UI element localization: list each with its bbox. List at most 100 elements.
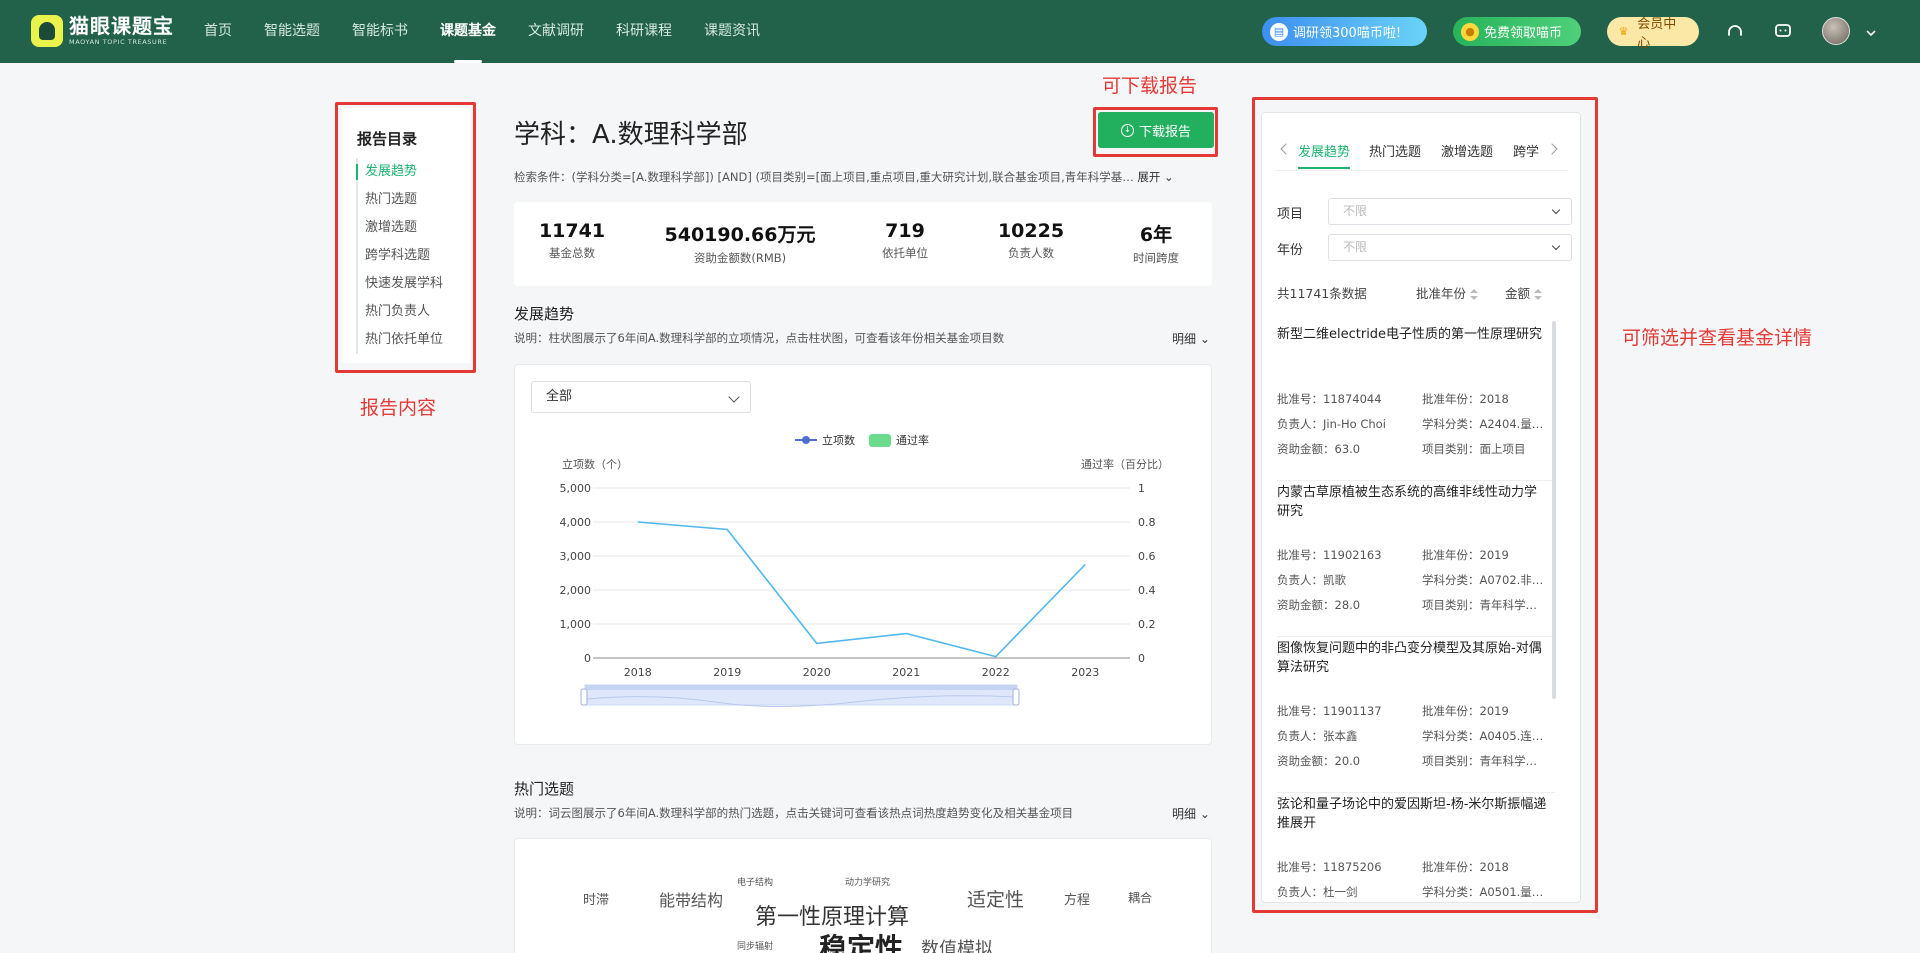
stats-card: 11741 基金总数 540190.66万元 资助金额数(RMB) 719 依托单位 … bbox=[514, 202, 1212, 286]
grant-title[interactable]: 图像恢复问题中的非凸变分模型及其原始-对偶算法研究 bbox=[1277, 637, 1549, 677]
word-cloud-term[interactable]: 数值模拟 bbox=[921, 935, 993, 953]
message-icon[interactable] bbox=[1772, 20, 1794, 42]
list-item[interactable]: 弦论和量子场论中的爱因斯坦-杨-米尔斯振幅递推展开 批准号：11875206 批… bbox=[1277, 793, 1555, 902]
year-filter: 年份 不限 bbox=[1277, 234, 1572, 261]
nav-item-news[interactable]: 课题资讯 bbox=[704, 0, 760, 63]
nav-item-smart-proposal[interactable]: 智能标书 bbox=[352, 0, 408, 63]
grant-list-scrollbar[interactable] bbox=[1552, 321, 1556, 699]
chevron-right-icon[interactable] bbox=[1546, 143, 1558, 155]
word-cloud-card: 时滞 能带结构 电子结构 动力学研究 第一性原理计算 适定性 方程 耦合 同步辐… bbox=[514, 838, 1212, 953]
annotation-download: 可下载报告 bbox=[1102, 75, 1198, 97]
download-report-button[interactable]: ↓ 下载报告 bbox=[1098, 112, 1214, 148]
nav-item-smart-topic[interactable]: 智能选题 bbox=[264, 0, 320, 63]
legend-label: 通过率 bbox=[896, 433, 929, 447]
word-cloud-term[interactable]: 方程 bbox=[1064, 889, 1090, 908]
word-cloud-term[interactable]: 稳定性 bbox=[819, 927, 903, 953]
sort-by-amount-button[interactable]: 金额 bbox=[1505, 283, 1543, 302]
panel-tab-surging[interactable]: 激增选题 bbox=[1441, 141, 1493, 160]
word-cloud-term[interactable]: 适定性 bbox=[967, 885, 1024, 912]
y2-tick-label: 0 bbox=[1138, 652, 1145, 665]
y2-tick-label: 0.2 bbox=[1138, 618, 1156, 631]
y-tick-label: 4,000 bbox=[560, 516, 592, 529]
toc-title: 报告目录 bbox=[357, 130, 418, 148]
grant-filter-panel: 发展趋势 热门选题 激增选题 跨学 项目 不限 年份 不限 共11741条数据 … bbox=[1261, 112, 1581, 903]
search-criteria: 检索条件：(学科分类=[A.数理科学部]) [AND] (项目类别=[面上项目,… bbox=[514, 169, 1210, 185]
stat-time-span: 6年 时间跨度 bbox=[1133, 224, 1179, 265]
logo[interactable]: 猫眼课题宝 MAOYAN TOPIC TREASURE bbox=[31, 15, 174, 47]
toc-item-top-institutions[interactable]: 热门依托单位 bbox=[358, 326, 443, 354]
headset-icon[interactable] bbox=[1724, 20, 1746, 42]
toc-item-hot-topics[interactable]: 热门选题 bbox=[358, 186, 443, 214]
legend-label: 立项数 bbox=[822, 433, 855, 447]
nav-item-literature[interactable]: 文献调研 bbox=[528, 0, 584, 63]
stat-total-grants: 11741 基金总数 bbox=[538, 220, 606, 260]
panel-tabs: 发展趋势 热门选题 激增选题 跨学 bbox=[1262, 141, 1580, 169]
grant-title[interactable]: 弦论和量子场论中的爱因斯坦-杨-米尔斯振幅递推展开 bbox=[1277, 793, 1549, 833]
word-cloud-term[interactable]: 同步辐射 bbox=[737, 939, 773, 952]
y2-tick-label: 0.4 bbox=[1138, 584, 1156, 597]
sort-by-year-button[interactable]: 批准年份 bbox=[1416, 283, 1479, 302]
stat-pis: 10225 负责人数 bbox=[997, 220, 1065, 260]
chevron-down-icon bbox=[1551, 241, 1561, 251]
y-tick-label: 1,000 bbox=[560, 618, 592, 631]
y-axis-title: 立项数（个） bbox=[562, 457, 628, 471]
x-tick-label: 2018 bbox=[624, 666, 652, 679]
y-tick-label: 3,000 bbox=[560, 550, 592, 563]
top-nav: 猫眼课题宝 MAOYAN TOPIC TREASURE 首页 智能选题 智能标书… bbox=[0, 0, 1920, 63]
year-filter-select[interactable]: 不限 bbox=[1328, 234, 1572, 261]
toc-item-fast-growing[interactable]: 快速发展学科 bbox=[358, 270, 443, 298]
grant-title[interactable]: 内蒙古草原植被生态系统的高维非线性动力学研究 bbox=[1277, 481, 1549, 521]
member-center-label: 会员中心 bbox=[1637, 16, 1677, 51]
list-item[interactable]: 新型二维electride电子性质的第一性原理研究 批准号：11874044 批… bbox=[1277, 325, 1555, 481]
x-tick-label: 2019 bbox=[713, 666, 741, 679]
survey-promo-label: 调研领300喵币啦! bbox=[1293, 26, 1402, 41]
word-cloud-term[interactable]: 电子结构 bbox=[737, 875, 773, 888]
panel-tab-hot[interactable]: 热门选题 bbox=[1369, 141, 1421, 160]
zoom-slider-handle-right[interactable] bbox=[1012, 688, 1020, 706]
list-item[interactable]: 内蒙古草原植被生态系统的高维非线性动力学研究 批准号：11902163 批准年份… bbox=[1277, 481, 1555, 637]
sort-icon bbox=[1534, 288, 1543, 301]
word-cloud-term[interactable]: 时滞 bbox=[583, 889, 609, 908]
hot-detail-link[interactable]: 明细 ⌄ bbox=[1172, 805, 1210, 822]
panel-tab-cross[interactable]: 跨学 bbox=[1513, 141, 1539, 160]
trend-detail-link[interactable]: 明细 ⌄ bbox=[1172, 330, 1210, 347]
project-filter-label: 项目 bbox=[1277, 207, 1304, 222]
page-title: 学科：A.数理科学部 bbox=[514, 120, 748, 150]
trend-section-title: 发展趋势 bbox=[514, 305, 575, 323]
toc-item-cross-discipline[interactable]: 跨学科选题 bbox=[358, 242, 443, 270]
y-tick-label: 2,000 bbox=[560, 584, 592, 597]
member-center-button[interactable]: ♛ 会员中心 bbox=[1607, 17, 1699, 51]
toc-item-trend[interactable]: 发展趋势 bbox=[355, 158, 443, 186]
trend-chart[interactable]: 立项数 通过率立项数（个） 通过率（百分比） 0 1,000 2,000 3,000 4,00… bbox=[515, 365, 1213, 746]
nav-item-grant-fund[interactable]: 课题基金 bbox=[440, 0, 496, 63]
criteria-text: 检索条件：(学科分类=[A.数理科学部]) [AND] (项目类别=[面上项目,… bbox=[514, 170, 1134, 184]
chevron-down-icon[interactable] bbox=[1864, 25, 1878, 39]
trend-section-desc: 说明：柱状图展示了6年间A.数理科学部的立项情况，点击柱状图，可查看该年份相关基… bbox=[514, 331, 1005, 345]
x-tick-label: 2020 bbox=[803, 666, 831, 679]
chevron-left-icon[interactable] bbox=[1280, 143, 1292, 155]
grant-title[interactable]: 新型二维electride电子性质的第一性原理研究 bbox=[1277, 325, 1549, 344]
sort-icon bbox=[1470, 288, 1479, 301]
nav-item-courses[interactable]: 科研课程 bbox=[616, 0, 672, 63]
y2-axis-title: 通过率（百分比） bbox=[1081, 457, 1169, 471]
crown-icon: ♛ bbox=[1618, 25, 1629, 38]
survey-promo-button[interactable]: ▤ 调研领300喵币啦! bbox=[1262, 17, 1427, 46]
nav-item-home[interactable]: 首页 bbox=[204, 0, 232, 63]
expand-link[interactable]: 展开 ⌄ bbox=[1137, 170, 1173, 184]
list-item[interactable]: 图像恢复问题中的非凸变分模型及其原始-对偶算法研究 批准号：11901137 批… bbox=[1277, 637, 1555, 793]
word-cloud-term[interactable]: 动力学研究 bbox=[845, 875, 890, 888]
zoom-slider-handle-left[interactable] bbox=[580, 688, 588, 706]
panel-tab-trend[interactable]: 发展趋势 bbox=[1298, 141, 1351, 169]
word-cloud-term[interactable]: 能带结构 bbox=[659, 887, 723, 911]
project-filter-select[interactable]: 不限 bbox=[1328, 198, 1572, 225]
legend-rate-swatch bbox=[869, 434, 891, 447]
series-line-project-count bbox=[637, 521, 1086, 658]
y2-tick-label: 0.8 bbox=[1138, 516, 1156, 529]
avatar[interactable] bbox=[1822, 17, 1850, 45]
word-cloud-term[interactable]: 耦合 bbox=[1128, 889, 1152, 906]
toc-item-surging-topics[interactable]: 激增选题 bbox=[358, 214, 443, 242]
grant-list: 新型二维electride电子性质的第一性原理研究 批准号：11874044 批… bbox=[1277, 325, 1555, 902]
toc-item-top-pis[interactable]: 热门负责人 bbox=[358, 298, 443, 326]
download-icon: ↓ bbox=[1120, 123, 1134, 137]
free-coins-button[interactable]: ● 免费领取喵币 bbox=[1453, 17, 1581, 46]
